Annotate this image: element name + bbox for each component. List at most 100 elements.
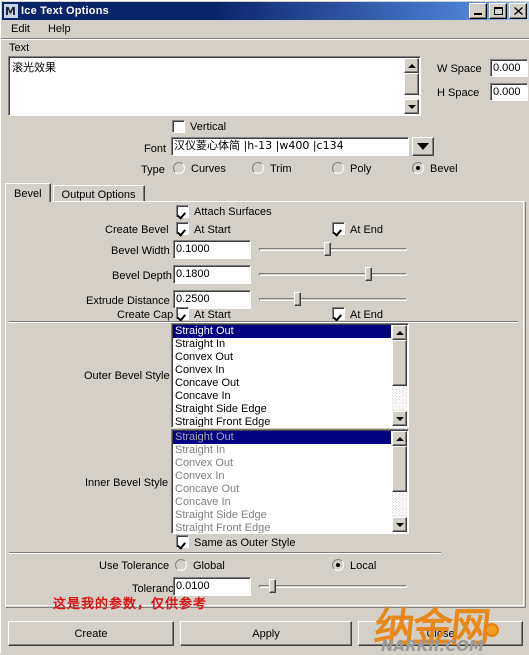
scroll-track[interactable] [404,73,419,99]
scroll-down-icon[interactable] [404,99,419,114]
slider-track [259,298,407,301]
font-label: Font [144,143,167,155]
list-item[interactable]: Convex In [173,364,391,377]
close-button-footer[interactable]: Close [358,621,523,646]
outer-bevel-style-items[interactable]: Straight Out Straight In Convex Out Convex … [173,325,391,427]
use-tolerance-label: Use Tolerance [99,560,170,572]
scroll-up-icon[interactable] [404,58,419,73]
vertical-checkbox[interactable] [172,120,185,133]
close-button[interactable] [509,3,527,19]
menu-item-help[interactable]: Help [45,22,80,36]
font-dropdown-button[interactable] [412,137,434,156]
list-item[interactable]: Straight In [173,338,391,351]
scroll-up-icon[interactable] [392,431,407,446]
list-item: Straight Front Edge [175,522,271,534]
scroll-down-icon[interactable] [392,517,407,532]
list-item[interactable]: Straight Out [173,325,391,338]
menu-divider [1,38,529,40]
list-item: Straight Side Edge [175,509,267,521]
text-input-value: 滚光效果 [12,61,56,74]
use-tolerance-label-global: Global [193,560,225,572]
tab-bevel[interactable]: Bevel [5,183,51,202]
create-cap-label: Create Cap [117,309,174,321]
scroll-up-icon[interactable] [392,325,407,340]
tolerance-slider[interactable] [259,578,407,594]
minimize-button[interactable] [469,3,487,19]
type-radio-curves[interactable] [173,162,185,174]
outer-bevel-style-listbox[interactable]: Straight Out Straight In Convex Out Convex … [171,323,409,428]
bevel-width-slider[interactable] [259,241,407,257]
apply-button[interactable]: Apply [180,621,352,646]
h-space-input[interactable]: 0.000 [490,83,528,101]
list-item[interactable]: Concave In [173,390,391,403]
create-cap-at-end-checkbox[interactable] [332,307,345,320]
window-title: Ice Text Options [21,5,109,17]
create-bevel-at-end-label: At End [350,224,384,236]
slider-track [259,248,407,251]
attach-surfaces-checkbox[interactable] [176,205,189,218]
slider-track [259,273,407,276]
create-cap-at-end-label: At End [350,309,384,321]
type-radio-bevel[interactable] [412,162,424,174]
create-cap-at-start-checkbox[interactable] [176,307,189,320]
create-bevel-label: Create Bevel [105,224,169,236]
bevel-depth-input[interactable]: 0.1800 [173,265,251,284]
create-cap-at-start-label: At Start [194,309,231,321]
create-bevel-at-end-checkbox[interactable] [332,222,345,235]
scroll-track[interactable] [392,340,407,411]
chevron-down-icon [417,143,429,150]
use-tolerance-radio-global[interactable] [175,559,187,571]
create-bevel-at-start-checkbox[interactable] [176,222,189,235]
extrude-distance-slider[interactable] [259,291,407,307]
extrude-distance-label: Extrude Distance [86,295,170,307]
divider-above-tolerance [9,552,441,554]
text-input[interactable]: 滚光效果 [8,56,421,116]
bevel-width-input[interactable]: 0.1000 [173,240,251,259]
create-button[interactable]: Create [8,621,174,646]
inner-listbox-scrollbar[interactable] [392,431,407,532]
scroll-thumb[interactable] [392,340,407,386]
title-bar: M Ice Text Options [2,2,529,20]
type-radio-trim[interactable] [252,162,264,174]
slider-thumb[interactable] [364,267,372,281]
svg-text:M: M [5,5,16,18]
maximize-button[interactable] [489,3,507,19]
inner-bevel-style-listbox: Straight Out Straight In Convex Out Convex … [171,429,409,534]
type-label-bevel: Bevel [430,163,458,175]
menu-item-edit[interactable]: Edit [8,22,39,36]
font-input[interactable]: 汉仪菱心体简 |h-13 |w400 |c134 [171,137,409,156]
text-input-scrollbar[interactable] [404,58,419,114]
scroll-down-icon[interactable] [392,411,407,426]
use-tolerance-label-local: Local [350,560,377,572]
same-as-outer-style-checkbox[interactable] [176,535,189,548]
slider-thumb[interactable] [323,242,331,256]
create-bevel-at-start-label: At Start [194,224,231,236]
tab-bar: Bevel Output Options [5,183,147,202]
use-tolerance-radio-local[interactable] [332,559,344,571]
list-item[interactable]: Convex Out [173,351,391,364]
type-label-trim: Trim [270,163,292,175]
scroll-track[interactable] [392,446,407,517]
outer-listbox-scrollbar[interactable] [392,325,407,426]
tab-output-options[interactable]: Output Options [52,185,145,202]
list-item[interactable]: Concave Out [173,377,391,390]
title-bar-buttons [469,3,527,19]
type-label-poly: Poly [350,163,372,175]
list-item[interactable]: Straight Front Edge [173,416,391,427]
bevel-depth-label: Bevel Depth [112,270,172,282]
w-space-input[interactable]: 0.000 [490,59,528,77]
scroll-thumb[interactable] [404,73,419,95]
list-item: Straight In [175,444,226,456]
vertical-label: Vertical [190,121,227,133]
h-space-label: H Space [437,87,480,99]
slider-thumb[interactable] [294,292,302,306]
bevel-depth-slider[interactable] [259,266,407,282]
type-radio-poly[interactable] [332,162,344,174]
list-item[interactable]: Straight Side Edge [173,403,391,416]
slider-thumb[interactable] [268,579,276,593]
same-as-outer-style-label: Same as Outer Style [194,537,296,549]
type-label-curves: Curves [191,163,226,175]
outer-bevel-style-label: Outer Bevel Style [84,370,170,382]
inner-bevel-style-label: Inner Bevel Style [85,477,169,489]
scroll-thumb[interactable] [392,446,407,492]
